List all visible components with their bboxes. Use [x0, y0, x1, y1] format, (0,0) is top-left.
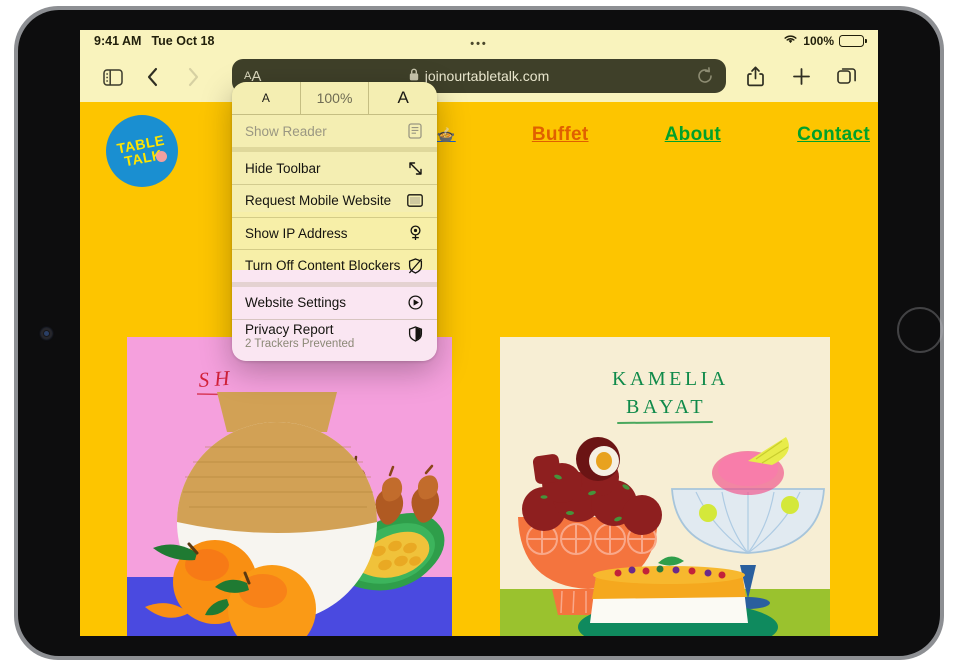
- menu-item-turn-off-content-blockers-label: Turn Off Content Blockers: [245, 258, 401, 273]
- reload-icon[interactable]: [696, 67, 714, 90]
- share-icon[interactable]: [736, 59, 774, 93]
- front-camera-left-icon: [41, 328, 52, 339]
- privacy-report-text: Privacy Report 2 Trackers Prevented: [245, 322, 354, 350]
- mobile-website-icon: [406, 194, 424, 207]
- menu-item-hide-toolbar[interactable]: Hide Toolbar: [232, 152, 437, 184]
- zoom-level-button[interactable]: 100%: [299, 82, 369, 114]
- multitask-handle-icon[interactable]: •••: [470, 38, 488, 50]
- nav-links: ck 🍲 Buffet About Contact: [410, 124, 870, 146]
- status-bar: 9:41 AM Tue Oct 18 ••• 100%: [80, 30, 878, 52]
- logo-dot-icon: [156, 151, 167, 162]
- artwork-grid: S H KAMELIA BAYAT: [80, 182, 878, 636]
- nav-item-contact[interactable]: Contact: [797, 124, 870, 146]
- nav-item-contact-label: Contact: [797, 124, 870, 145]
- nav-item-buffet-label: Buffet: [531, 124, 589, 145]
- nav-item-buffet[interactable]: Buffet: [532, 124, 589, 146]
- status-bar-left: 9:41 AM Tue Oct 18: [94, 34, 214, 48]
- sidebar-icon[interactable]: [94, 60, 132, 94]
- menu-item-show-ip-address[interactable]: Show IP Address: [232, 217, 437, 249]
- logo-text: TABLE TALK: [100, 109, 184, 193]
- nav-item-about[interactable]: About: [665, 124, 721, 146]
- site-logo[interactable]: TABLE TALK: [106, 115, 178, 187]
- menu-item-website-settings[interactable]: Website Settings: [232, 287, 437, 319]
- back-button[interactable]: [134, 60, 172, 94]
- arrows-collapse-icon: [406, 161, 424, 176]
- card-1-caption: S H: [198, 366, 232, 392]
- screen: 9:41 AM Tue Oct 18 ••• 100% A A joinourt…: [80, 30, 878, 636]
- ipad-device: 9:41 AM Tue Oct 18 ••• 100% A A joinourt…: [0, 0, 958, 666]
- aa-small-label: A: [244, 70, 252, 82]
- zoom-control: A 100% A: [232, 82, 437, 115]
- menu-body: A 100% A Show Reader Hide Toolbar Reques…: [232, 82, 437, 361]
- zoom-out-label: A: [261, 91, 270, 105]
- reader-icon: [406, 123, 424, 139]
- artwork-card-1[interactable]: S H: [127, 337, 452, 636]
- menu-item-show-reader[interactable]: Show Reader: [232, 115, 437, 147]
- card-2-title-line-2: BAYAT: [626, 396, 706, 418]
- wifi-icon: [783, 33, 798, 48]
- content-blocker-off-icon: [406, 257, 424, 274]
- web-page: TABLE TALK ck 🍲 Buffet About: [80, 102, 878, 636]
- toolbar-right-controls: [736, 59, 866, 93]
- bowl-emoji-icon: 🍲: [436, 127, 456, 144]
- tab-overview-icon[interactable]: [828, 59, 866, 93]
- zoom-in-button[interactable]: A: [368, 82, 437, 114]
- new-tab-icon[interactable]: [782, 59, 820, 93]
- rear-camera-right-icon: [897, 307, 943, 353]
- menu-item-hide-toolbar-label: Hide Toolbar: [245, 160, 321, 176]
- nav-item-about-label: About: [664, 124, 722, 145]
- zoom-in-label: A: [397, 88, 409, 107]
- ip-address-icon: [406, 225, 424, 241]
- site-navigation: TABLE TALK ck 🍲 Buffet About: [80, 102, 878, 187]
- menu-item-request-mobile-website[interactable]: Request Mobile Website: [232, 185, 437, 217]
- card-2-title-line-1: KAMELIA: [612, 368, 729, 390]
- menu-item-website-settings-label: Website Settings: [245, 295, 347, 310]
- zoom-out-button[interactable]: A: [232, 82, 300, 114]
- zoom-level-label: 100%: [316, 90, 353, 106]
- menu-item-turn-off-content-blockers[interactable]: Turn Off Content Blockers: [232, 250, 437, 282]
- menu-item-request-mobile-website-label: Request Mobile Website: [245, 193, 392, 208]
- forward-button[interactable]: [174, 60, 212, 94]
- menu-item-show-reader-label: Show Reader: [245, 123, 327, 139]
- menu-item-privacy-report-label: Privacy Report: [245, 322, 334, 337]
- url-text: joinourtabletalk.com: [424, 68, 550, 84]
- menu-item-privacy-report-sublabel: 2 Trackers Prevented: [245, 338, 355, 350]
- battery-percent: 100%: [803, 33, 834, 48]
- status-bar-right: 100%: [783, 33, 867, 48]
- status-date: Tue Oct 18: [151, 34, 215, 48]
- menu-item-privacy-report[interactable]: Privacy Report 2 Trackers Prevented: [232, 319, 437, 361]
- privacy-shield-icon: [406, 326, 424, 342]
- status-time: 9:41 AM: [94, 34, 142, 48]
- website-settings-icon: [406, 295, 424, 310]
- safari-toolbar: AA joinourtabletalk.com: [80, 52, 878, 102]
- battery-icon: [839, 34, 867, 47]
- toolbar-left-controls: [80, 60, 212, 94]
- artwork-card-2[interactable]: KAMELIA BAYAT: [500, 337, 830, 636]
- menu-item-show-ip-address-label: Show IP Address: [245, 225, 348, 241]
- page-settings-menu: A 100% A Show Reader Hide Toolbar Reques…: [232, 82, 437, 361]
